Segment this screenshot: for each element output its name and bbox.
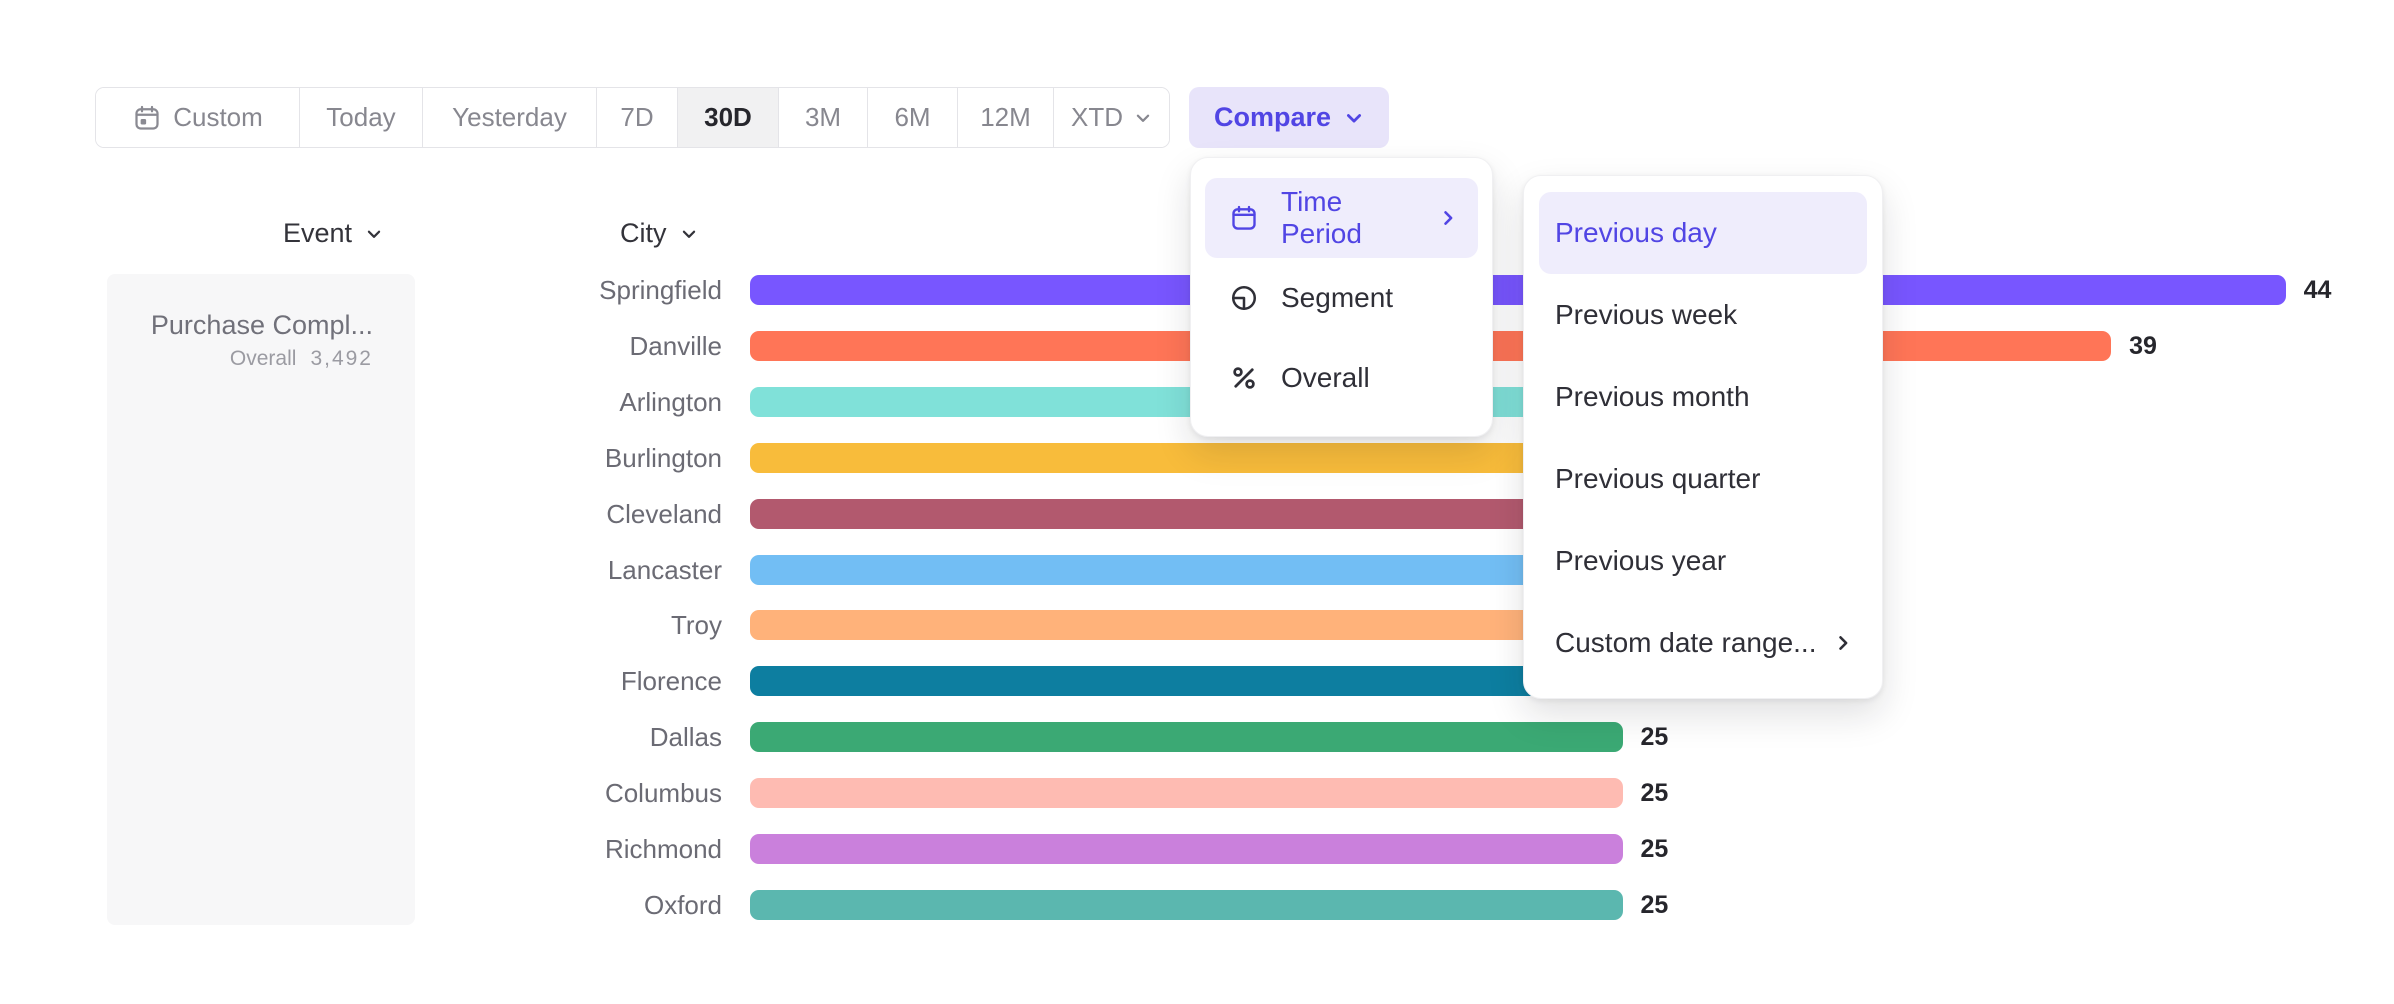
- date-range-label: Custom: [173, 102, 263, 133]
- bar-value: 25: [1641, 778, 1669, 809]
- menu-item-label: Overall: [1281, 362, 1370, 394]
- bar[interactable]: [750, 890, 1623, 920]
- compare-menu: Time Period Segment Overall: [1190, 157, 1493, 437]
- city-label: Oxford: [644, 890, 722, 920]
- chart-row: Florence 26: [0, 666, 2394, 696]
- event-card[interactable]: Purchase Compl... Overall 3,492: [107, 274, 415, 925]
- chevron-right-icon: [1833, 633, 1853, 653]
- submenu-item-previous-month[interactable]: Previous month: [1539, 356, 1867, 438]
- submenu-item-label: Previous year: [1555, 545, 1726, 577]
- submenu-item-label: Previous day: [1555, 217, 1717, 249]
- city-label: Burlington: [605, 443, 722, 473]
- calendar-icon: [1229, 203, 1259, 233]
- city-header-label: City: [620, 218, 667, 249]
- submenu-item-custom-date-range[interactable]: Custom date range...: [1539, 602, 1867, 684]
- submenu-item-label: Previous quarter: [1555, 463, 1760, 495]
- submenu-item-previous-year[interactable]: Previous year: [1539, 520, 1867, 602]
- chevron-down-icon: [365, 225, 383, 243]
- city-label: Cleveland: [606, 499, 722, 529]
- city-column-header[interactable]: City: [620, 218, 698, 249]
- date-range-label: XTD: [1071, 102, 1123, 133]
- chart-row: Richmond 25: [0, 834, 2394, 864]
- city-label: Dallas: [650, 722, 722, 752]
- city-label: Danville: [630, 331, 723, 361]
- submenu-item-label: Custom date range...: [1555, 627, 1816, 659]
- chevron-down-icon: [1344, 108, 1364, 128]
- city-label: Springfield: [599, 275, 722, 305]
- chevron-right-icon: [1438, 208, 1458, 228]
- city-label: Florence: [621, 666, 722, 696]
- city-label: Columbus: [605, 778, 722, 808]
- chart-row: Burlington 29: [0, 443, 2394, 473]
- bar[interactable]: [750, 666, 1657, 696]
- pie-segment-icon: [1229, 283, 1259, 313]
- compare-button[interactable]: Compare: [1189, 87, 1389, 148]
- chevron-down-icon: [680, 225, 698, 243]
- menu-item-segment[interactable]: Segment: [1205, 258, 1478, 338]
- date-range-today-button[interactable]: Today: [300, 88, 423, 147]
- bar-value: 39: [2129, 331, 2157, 362]
- compare-button-label: Compare: [1214, 102, 1331, 133]
- date-range-label: Yesterday: [452, 102, 567, 133]
- time-period-submenu: Previous day Previous week Previous mont…: [1523, 175, 1883, 699]
- submenu-item-label: Previous month: [1555, 381, 1750, 413]
- bar-value: 25: [1641, 722, 1669, 753]
- date-range-7d-button[interactable]: 7D: [597, 88, 678, 147]
- bar-value: 25: [1641, 834, 1669, 865]
- date-range-yesterday-button[interactable]: Yesterday: [423, 88, 597, 147]
- chart-row: Columbus 25: [0, 778, 2394, 808]
- date-range-6m-button[interactable]: 6M: [868, 88, 958, 147]
- date-range-label: 12M: [980, 102, 1031, 133]
- calendar-icon: [132, 103, 162, 133]
- date-range-label: 3M: [805, 102, 841, 133]
- insights-report-page: Custom Today Yesterday 7D 30D 3M 6M 12M …: [0, 0, 2394, 1004]
- menu-item-label: Segment: [1281, 282, 1393, 314]
- date-range-label: 6M: [894, 102, 930, 133]
- date-range-3m-button[interactable]: 3M: [779, 88, 868, 147]
- bar-value: 44: [2304, 275, 2332, 306]
- date-range-12m-button[interactable]: 12M: [958, 88, 1054, 147]
- date-range-label: 30D: [704, 102, 752, 133]
- menu-item-overall[interactable]: Overall: [1205, 338, 1478, 418]
- date-range-30d-button[interactable]: 30D: [678, 88, 779, 147]
- bar[interactable]: [750, 778, 1623, 808]
- submenu-item-previous-day[interactable]: Previous day: [1539, 192, 1867, 274]
- city-label: Lancaster: [608, 555, 722, 585]
- date-range-label: 7D: [620, 102, 653, 133]
- menu-item-time-period[interactable]: Time Period: [1205, 178, 1478, 258]
- submenu-item-previous-quarter[interactable]: Previous quarter: [1539, 438, 1867, 520]
- submenu-item-label: Previous week: [1555, 299, 1737, 331]
- date-range-label: Today: [326, 102, 395, 133]
- chart-row: Oxford 25: [0, 890, 2394, 920]
- city-label: Arlington: [619, 387, 722, 417]
- percent-icon: [1229, 363, 1259, 393]
- city-label: Troy: [671, 610, 722, 640]
- date-range-xtd-button[interactable]: XTD: [1054, 88, 1169, 147]
- chart-row: Dallas 25: [0, 722, 2394, 752]
- chart-row: Cleveland 28: [0, 499, 2394, 529]
- date-range-custom-button[interactable]: Custom: [96, 88, 300, 147]
- chart-row: Lancaster 27: [0, 555, 2394, 585]
- chart-row: Troy 26: [0, 610, 2394, 640]
- chevron-down-icon: [1134, 109, 1152, 127]
- menu-item-label: Time Period: [1281, 186, 1416, 250]
- bar-value: 25: [1641, 890, 1669, 921]
- date-range-toolbar: Custom Today Yesterday 7D 30D 3M 6M 12M …: [95, 87, 1170, 148]
- bar[interactable]: [750, 610, 1657, 640]
- bar[interactable]: [750, 275, 2286, 305]
- event-header-label: Event: [283, 218, 352, 249]
- submenu-item-previous-week[interactable]: Previous week: [1539, 274, 1867, 356]
- bar[interactable]: [750, 722, 1623, 752]
- bar[interactable]: [750, 834, 1623, 864]
- event-column-header[interactable]: Event: [283, 218, 383, 249]
- city-label: Richmond: [605, 834, 722, 864]
